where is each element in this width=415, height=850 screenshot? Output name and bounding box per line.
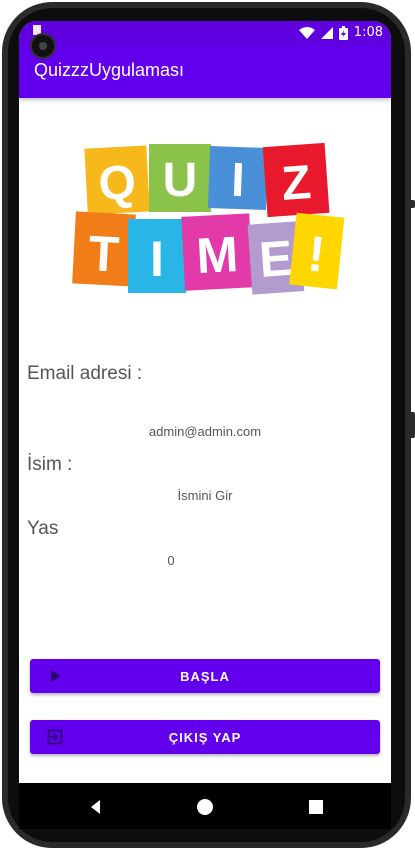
status-bar: 1:08 (19, 21, 391, 45)
app-bar: QuizzzUygulaması (19, 45, 391, 98)
front-camera (30, 33, 56, 59)
email-value[interactable]: admin@admin.com (19, 424, 391, 439)
power-button (411, 412, 415, 438)
signal-icon (320, 26, 333, 39)
logo-letter-t: T (87, 225, 120, 283)
logo-letter-e: E (257, 230, 294, 288)
volume-button (411, 200, 415, 208)
logo-letter-i: I (230, 154, 245, 207)
start-button[interactable]: BAŞLA (30, 659, 380, 693)
name-label: İsim : (27, 454, 73, 475)
email-label: Email adresi : (27, 363, 143, 384)
status-time: 1:08 (353, 25, 383, 40)
logo-letter-i2: I (150, 231, 164, 287)
app-title: QuizzzUygulaması (34, 60, 185, 80)
age-label: Yas (27, 518, 59, 539)
home-icon[interactable] (194, 796, 216, 818)
logo-letter-u: U (163, 154, 198, 207)
battery-icon (338, 25, 348, 40)
wifi-icon (298, 26, 315, 39)
back-icon[interactable] (85, 796, 107, 818)
name-input[interactable]: İsmini Gir (19, 488, 391, 503)
exit-button-label: ÇIKIŞ YAP (168, 730, 242, 745)
recents-icon[interactable] (305, 796, 327, 818)
start-button-label: BAŞLA (180, 669, 230, 684)
age-value[interactable]: 0 (19, 553, 357, 568)
quiz-time-logo: Q U I Z T I M E ! (72, 142, 345, 295)
exit-button[interactable]: ÇIKIŞ YAP (30, 720, 380, 754)
logo-letter-m: M (195, 226, 240, 284)
logo-letter-q: Q (97, 156, 137, 211)
app-screen: 1:08 QuizzzUygulaması Q U I Z T I M E ! … (19, 21, 391, 783)
device-frame: 1:08 QuizzzUygulaması Q U I Z T I M E ! … (0, 0, 415, 850)
logo-letter-z: Z (280, 156, 313, 211)
navigation-bar (19, 783, 391, 829)
